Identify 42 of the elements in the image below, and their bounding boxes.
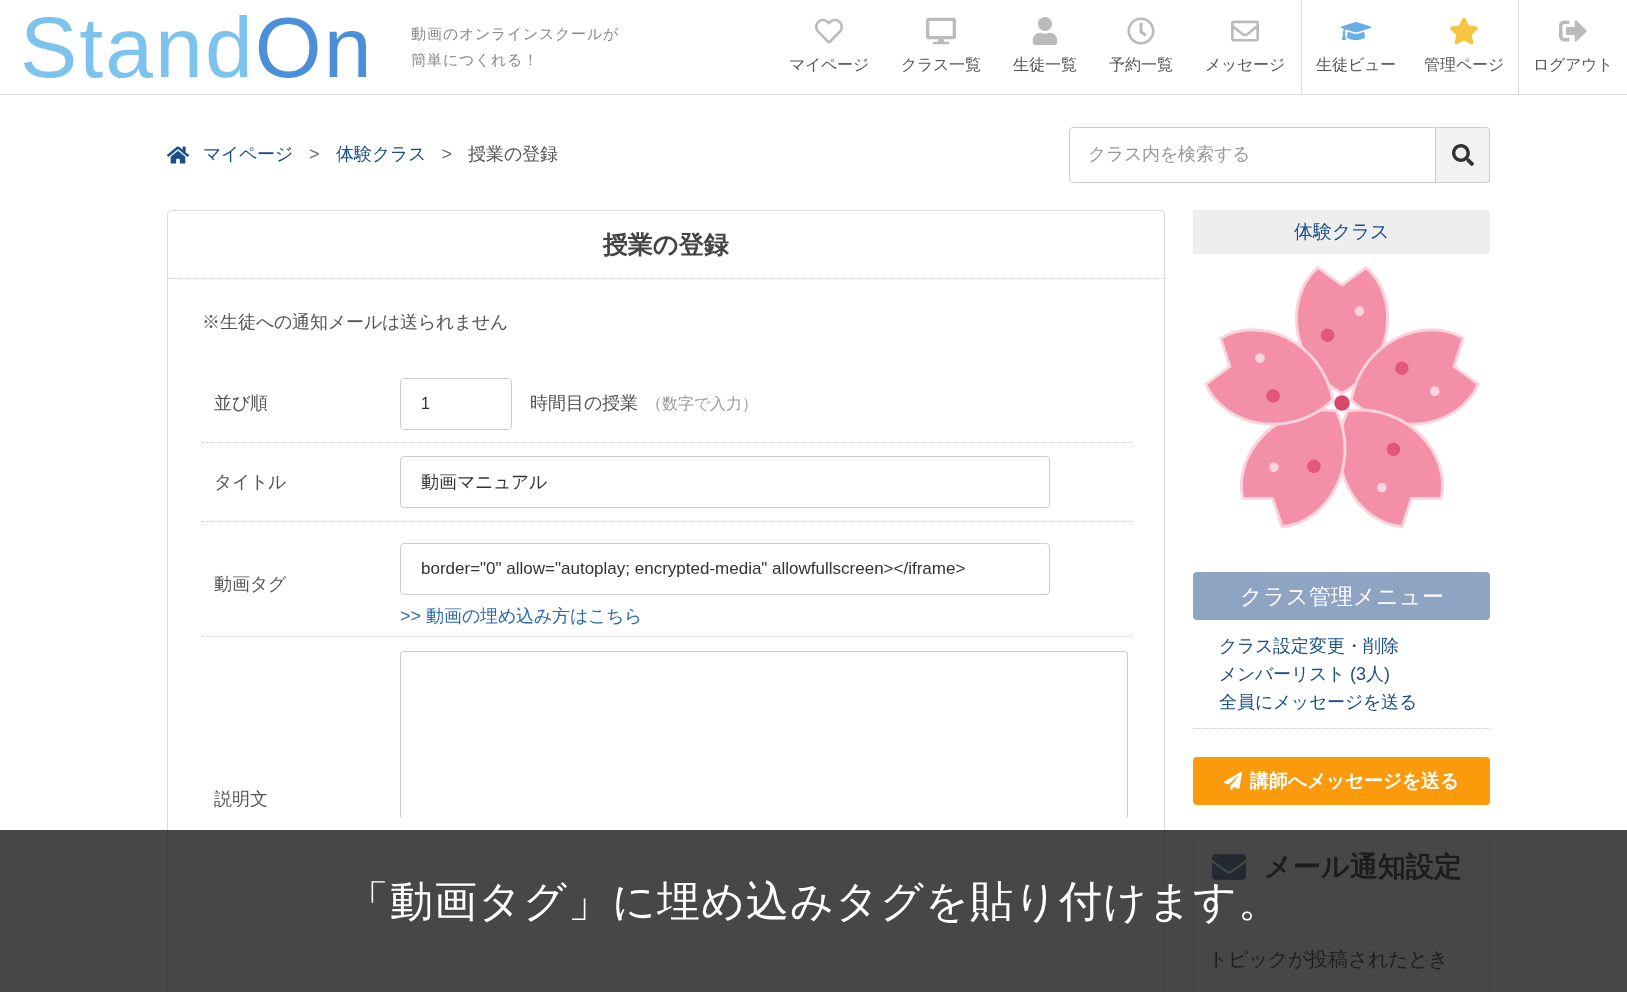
form-title: 授業の登録 [603,228,729,260]
menu-link[interactable]: クラス設定変更・削除 [1219,634,1490,658]
field-label: 説明文 [214,789,268,809]
video-tag-input[interactable]: border="0" allow="autoplay; encrypted-media" allowfullscreen></iframe> [400,542,1050,595]
order-hint: （数字で入力） [646,393,758,414]
nav-item[interactable]: 生徒一覧 [997,0,1093,94]
breadcrumb-separator: > [309,143,320,166]
search-button[interactable] [1436,126,1490,183]
breadcrumb-separator: > [441,143,453,166]
title-input[interactable]: 動画マニュアル [400,456,1050,508]
class-name-header[interactable]: 体験クラス [1193,210,1490,254]
search-field[interactable]: クラス内を検索する [1069,126,1436,183]
nav-item[interactable]: 予約一覧 [1093,0,1189,94]
order-suffix: 時間目の授業 [530,392,638,415]
nav-item[interactable]: メッセージ [1189,0,1301,94]
home-icon[interactable] [167,143,189,166]
breadcrumb-item: 授業の登録 [468,143,559,166]
search-icon [1451,143,1474,166]
nav-item[interactable]: 生徒ビュー [1302,0,1410,94]
caption-text: 「動画タグ」に埋め込みタグを貼り付けます。 [345,879,1282,923]
nav-item[interactable]: マイページ [773,0,885,94]
tagline: 動画のオンラインスクールが 簡単につくれる！ [411,24,620,70]
field-label: 動画タグ [214,573,286,594]
field-label: 並び順 [214,393,268,413]
embed-help-link[interactable]: >> 動画の埋め込み方はこちら [400,602,1050,630]
person-icon [1030,17,1060,45]
star-icon [1449,17,1479,45]
menu-title-bar: クラス管理メニュー [1193,572,1490,620]
breadcrumb-item[interactable]: マイページ [203,141,293,168]
monitor-icon [926,17,956,45]
menu-link[interactable]: メンバーリスト (3人) [1219,662,1490,686]
paper-plane-icon [1224,772,1242,790]
notice-text: ※生徒への通知メールは送られません [202,310,508,334]
field-label: タイトル [214,471,286,492]
nav-item[interactable]: ログアウト [1519,0,1627,94]
order-input[interactable]: 1 [400,377,512,430]
nav-item[interactable]: クラス一覧 [885,0,997,94]
clock-icon [1126,17,1156,45]
heart-icon [814,17,844,45]
breadcrumb-item[interactable]: 体験クラス [335,141,426,168]
nav-item[interactable]: 管理ページ [1410,0,1518,94]
menu-link[interactable]: 全員にメッセージを送る [1219,690,1490,714]
